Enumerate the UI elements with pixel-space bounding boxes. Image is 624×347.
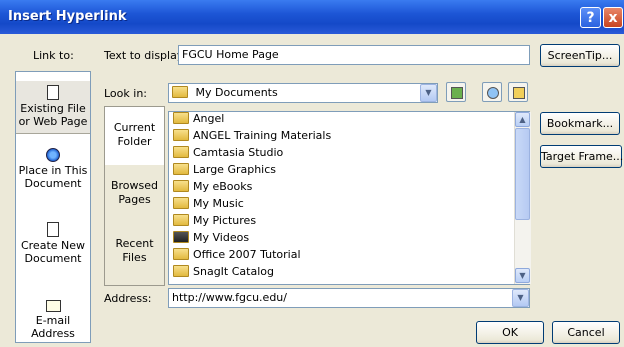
list-item[interactable]: My Videos <box>173 230 249 246</box>
browsed-pages-label: Browsed Pages <box>110 179 159 206</box>
list-item[interactable]: My eBooks <box>173 179 252 195</box>
look-in-dropdown[interactable]: My Documents <box>168 83 438 103</box>
file-name: Large Graphics <box>193 163 277 176</box>
address-input[interactable]: http://www.fgcu.edu/ <box>168 288 530 308</box>
ok-button[interactable]: OK <box>476 321 544 344</box>
folder-icon <box>173 129 189 141</box>
file-name: My Pictures <box>193 214 257 227</box>
address-label: Address: <box>104 292 152 305</box>
link-to-create-label: Create New Document <box>20 239 86 265</box>
browse-file-icon[interactable] <box>508 82 528 102</box>
text-to-display-label: Text to display: <box>104 49 187 62</box>
title-bar[interactable]: Insert Hyperlink ? x <box>0 0 624 34</box>
file-name: My Music <box>193 197 244 210</box>
up-folder-icon[interactable] <box>446 82 466 102</box>
file-name: SnagIt Catalog <box>193 265 274 278</box>
help-button[interactable]: ? <box>580 7 601 28</box>
list-item[interactable]: Camtasia Studio <box>173 145 283 161</box>
existing-file-icon <box>47 85 59 100</box>
new-document-icon <box>47 222 59 237</box>
scroll-up-icon[interactable]: ▲ <box>515 112 530 127</box>
chevron-down-icon[interactable]: ▼ <box>420 84 437 102</box>
pictures-folder-icon <box>173 214 189 226</box>
recent-files-label: Recent Files <box>115 237 154 264</box>
link-to-place-in-document[interactable]: Place in This Document <box>16 148 90 194</box>
place-document-icon <box>46 148 60 162</box>
link-to-email-address[interactable]: E-mail Address <box>16 300 90 340</box>
list-item[interactable]: Angel <box>173 112 225 127</box>
text-to-display-input[interactable]: FGCU Home Page <box>178 45 530 65</box>
cancel-button[interactable]: Cancel <box>552 321 620 344</box>
list-item[interactable]: Large Graphics <box>173 162 276 178</box>
folder-icon <box>173 112 189 124</box>
target-frame-button[interactable]: Target Frame... <box>540 145 623 168</box>
text-to-display-value: FGCU Home Page <box>182 48 279 61</box>
bookmark-button[interactable]: Bookmark... <box>540 112 620 135</box>
file-name: Angel <box>193 112 225 125</box>
browse-sub-panel: Current Folder Browsed Pages Recent File… <box>104 106 165 286</box>
recent-files-tab[interactable]: Recent Files <box>105 237 164 277</box>
videos-folder-icon <box>173 231 189 243</box>
folder-icon <box>172 86 188 98</box>
link-to-existing-file-label: Existing File or Web Page <box>18 102 88 128</box>
folder-icon <box>173 163 189 175</box>
link-to-panel: Existing File or Web Page Place in This … <box>15 71 91 343</box>
list-item[interactable]: Office 2007 Tutorial <box>173 247 301 263</box>
current-folder-tab[interactable]: Current Folder <box>105 107 164 165</box>
list-item[interactable]: My Music <box>173 196 244 212</box>
folder-icon <box>173 146 189 158</box>
file-name: ANGEL Training Materials <box>193 129 332 142</box>
address-value: http://www.fgcu.edu/ <box>172 291 287 304</box>
file-name: My Videos <box>193 231 250 244</box>
file-name: My eBooks <box>193 180 253 193</box>
scroll-down-icon[interactable]: ▼ <box>515 268 530 283</box>
link-to-place-label: Place in This Document <box>18 164 88 190</box>
look-in-value: My Documents <box>195 86 278 99</box>
look-in-label: Look in: <box>104 87 147 100</box>
link-to-label: Link to: <box>33 49 74 62</box>
list-item[interactable]: My Pictures <box>173 213 256 229</box>
file-list-scrollbar[interactable]: ▲ ▼ <box>514 112 531 284</box>
file-name: Office 2007 Tutorial <box>193 248 301 261</box>
email-icon <box>45 300 61 312</box>
screentip-button[interactable]: ScreenTip... <box>540 44 620 67</box>
folder-icon <box>173 180 189 192</box>
link-to-existing-file[interactable]: Existing File or Web Page <box>16 80 90 134</box>
list-item[interactable]: SnagIt Catalog <box>173 264 274 280</box>
folder-icon <box>173 265 189 277</box>
music-folder-icon <box>173 197 189 209</box>
close-button[interactable]: x <box>603 7 623 28</box>
current-folder-label: Current Folder <box>113 121 156 148</box>
window-title: Insert Hyperlink <box>8 9 127 24</box>
scroll-thumb[interactable] <box>515 128 530 220</box>
link-to-create-new-document[interactable]: Create New Document <box>16 222 90 268</box>
folder-icon <box>173 248 189 260</box>
file-name: Camtasia Studio <box>193 146 284 159</box>
file-list[interactable]: Angel ANGEL Training Materials Camtasia … <box>168 111 530 285</box>
chevron-down-icon[interactable]: ▼ <box>512 289 529 307</box>
list-item[interactable]: ANGEL Training Materials <box>173 128 331 144</box>
link-to-email-label: E-mail Address <box>31 314 75 340</box>
browsed-pages-tab[interactable]: Browsed Pages <box>105 179 164 219</box>
browse-web-icon[interactable] <box>482 82 502 102</box>
